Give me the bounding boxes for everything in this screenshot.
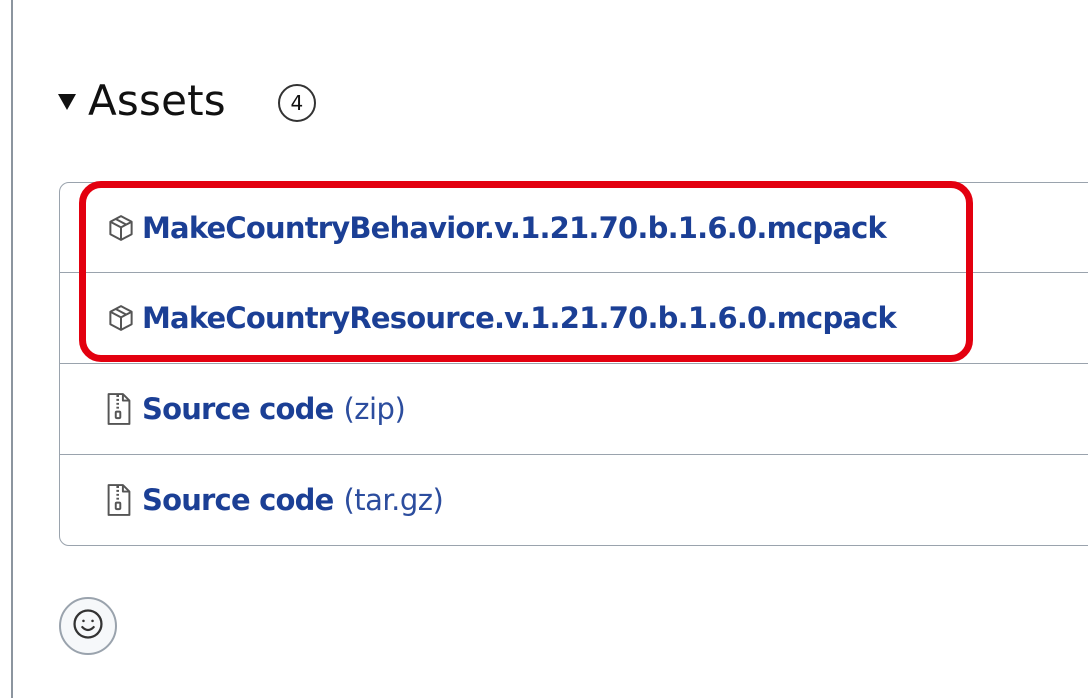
add-reaction-button[interactable] (59, 597, 117, 655)
asset-row[interactable]: MakeCountryBehavior.v.1.21.70.b.1.6.0.mc… (60, 183, 1088, 272)
asset-format-label: (zip) (343, 392, 406, 426)
asset-link[interactable]: MakeCountryBehavior.v.1.21.70.b.1.6.0.mc… (142, 211, 887, 245)
file-zip-icon (106, 480, 142, 520)
package-icon (106, 298, 142, 338)
caret-down-icon (58, 94, 76, 110)
asset-row[interactable]: Source code (zip) (60, 363, 1088, 454)
asset-list: MakeCountryBehavior.v.1.21.70.b.1.6.0.mc… (59, 182, 1088, 546)
asset-link[interactable]: Source code (142, 392, 334, 426)
asset-format-label: (tar.gz) (343, 483, 444, 517)
asset-link[interactable]: MakeCountryResource.v.1.21.70.b.1.6.0.mc… (142, 301, 897, 335)
assets-count-badge: 4 (277, 84, 316, 122)
smiley-icon (71, 607, 105, 645)
assets-title: Assets (88, 75, 226, 125)
assets-toggle[interactable]: Assets 4 (58, 70, 316, 130)
package-icon (106, 208, 142, 248)
asset-row[interactable]: MakeCountryResource.v.1.21.70.b.1.6.0.mc… (60, 272, 1088, 363)
file-zip-icon (106, 389, 142, 429)
asset-row[interactable]: Source code (tar.gz) (60, 454, 1088, 545)
asset-link[interactable]: Source code (142, 483, 334, 517)
